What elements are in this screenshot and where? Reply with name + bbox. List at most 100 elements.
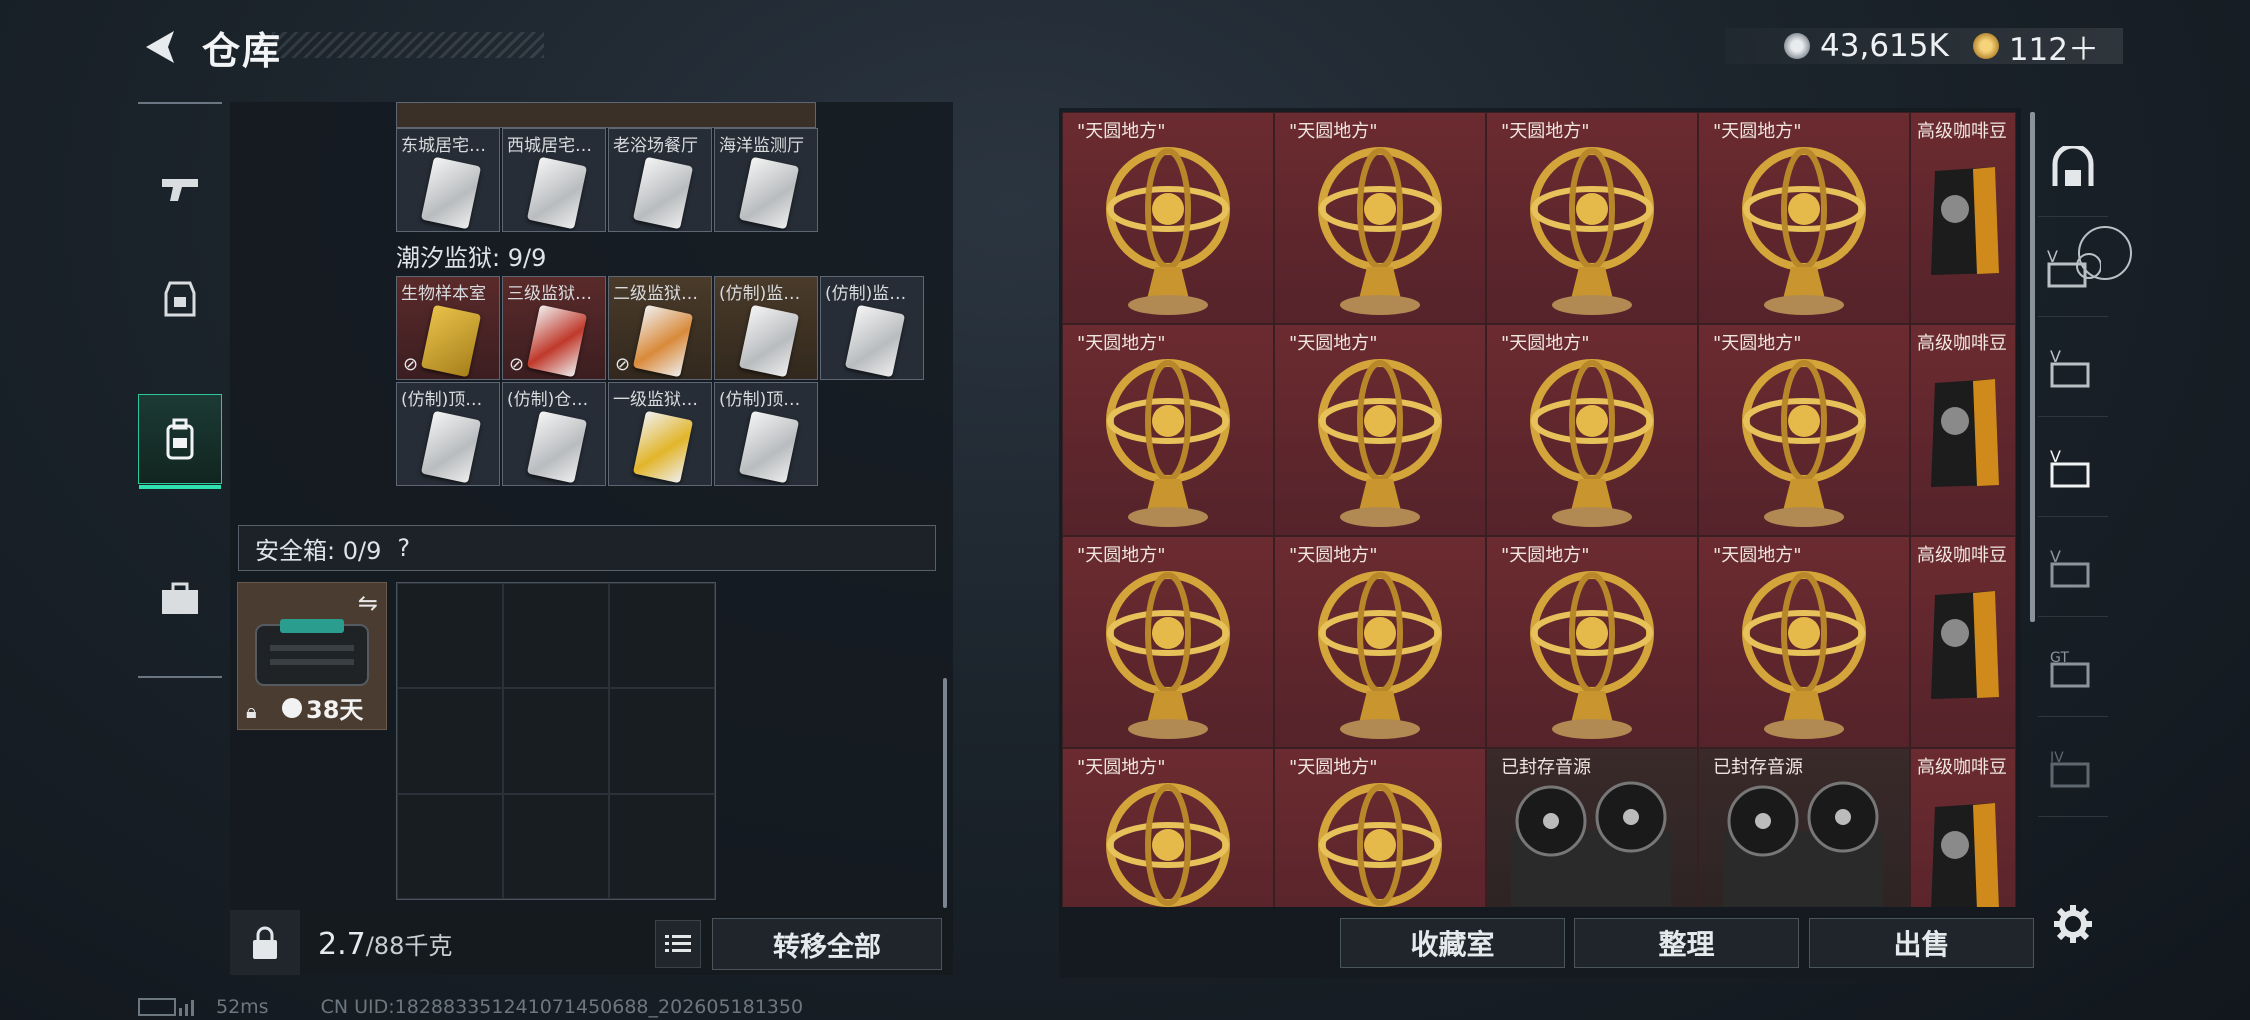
keycard-icon — [420, 304, 482, 378]
item-slot[interactable]: 生物样本室 ⊘ — [396, 276, 500, 380]
unbound-icon: ⊘ — [403, 354, 419, 375]
coin-icon — [1784, 33, 1811, 59]
keycard-icon — [632, 304, 694, 378]
item-name: 东城居宅… — [401, 136, 486, 156]
tab-home-stash[interactable] — [2038, 120, 2108, 217]
lock-button[interactable] — [230, 910, 300, 975]
item-slot[interactable]: 东城居宅… — [396, 128, 500, 232]
item-name: 一级监狱… — [613, 390, 698, 410]
stash-gt-icon: GT — [2050, 650, 2090, 688]
tab-stash-5d[interactable]: V — [2038, 520, 2108, 617]
stash-item[interactable]: "天圆地方" — [1274, 324, 1486, 536]
tab-stash-5c[interactable]: V — [2038, 420, 2108, 517]
item-slot[interactable]: (仿制)顶… — [714, 382, 818, 486]
unbound-icon: ⊘ — [615, 354, 631, 375]
keycard-icon — [844, 304, 906, 378]
collection-room-button[interactable]: 收藏室 — [1340, 918, 1565, 968]
stash-item[interactable]: "天圆地方" — [1698, 536, 1910, 748]
item-slot[interactable]: 三级监狱… ⊘ — [502, 276, 606, 380]
stash-item[interactable]: "天圆地方" — [1274, 536, 1486, 748]
timer-text: 38天 — [306, 696, 364, 724]
clock-icon — [282, 697, 302, 718]
stash-v-icon: V — [2050, 547, 2090, 588]
stash-item[interactable]: 高级咖啡豆 — [1910, 112, 2016, 324]
stash-item[interactable]: "天圆地方" — [1486, 112, 1698, 324]
stash-item[interactable]: "天圆地方" — [1486, 536, 1698, 748]
stash-item[interactable]: "天圆地方" — [1486, 324, 1698, 536]
gem-amount[interactable]: 112＋ — [2009, 24, 2099, 69]
tab-stash-4[interactable]: IV — [2038, 720, 2108, 817]
back-arrow-icon — [146, 31, 174, 63]
safe-case-icon — [255, 619, 369, 686]
armillary-sphere-icon — [1530, 147, 1654, 315]
ping: 52ms — [216, 996, 269, 1018]
item-name: (仿制)仓… — [507, 390, 589, 410]
cat-case[interactable] — [138, 554, 222, 644]
safe-box-header: 安全箱: 0/9 ? — [238, 525, 936, 571]
item-slot[interactable]: (仿制)监… — [820, 276, 924, 380]
sell-button[interactable]: 出售 — [1809, 918, 2034, 968]
scrollbar[interactable] — [943, 678, 947, 908]
list-view-button[interactable] — [655, 920, 701, 968]
stash-item[interactable]: 高级咖啡豆 — [1910, 536, 2016, 748]
status-bar: 52ms CN UID:1828833512410714506​88_20260… — [138, 996, 803, 1018]
list-icon — [665, 935, 691, 952]
item-name: 老浴场餐厅 — [613, 136, 698, 156]
safe-box-grid[interactable] — [396, 582, 716, 900]
armillary-sphere-icon — [1106, 359, 1230, 527]
tab-stash-gt[interactable]: GT — [2038, 620, 2108, 717]
organize-button[interactable]: 整理 — [1574, 918, 1799, 968]
back-button[interactable] — [135, 22, 185, 72]
stash-item[interactable]: 已封存音源 — [1486, 748, 1698, 907]
stash-iv-icon: IV — [2050, 750, 2090, 788]
stash-item[interactable]: 已封存音源 — [1698, 748, 1910, 907]
stash-item[interactable]: "天圆地方" — [1698, 324, 1910, 536]
target-reticle-icon — [2078, 226, 2132, 280]
stash-item[interactable]: 高级咖啡豆 — [1910, 324, 2016, 536]
stash-item[interactable]: 高级咖啡豆 — [1910, 748, 2016, 907]
backpack-icon — [166, 418, 194, 460]
stash-item[interactable]: "天圆地方" — [1062, 536, 1274, 748]
safe-box-case[interactable]: ⇋ 🔒︎ 38天 — [237, 582, 387, 730]
item-name: 高级咖啡豆 — [1917, 333, 2007, 354]
coffee-bag-icon — [1931, 167, 1999, 275]
keycard-icon — [738, 304, 800, 378]
armillary-sphere-icon — [1106, 147, 1230, 315]
settings-button[interactable] — [2045, 896, 2101, 952]
item-slot[interactable]: 二级监狱… ⊘ — [608, 276, 712, 380]
armillary-sphere-icon — [1530, 571, 1654, 739]
coffee-bag-icon — [1931, 803, 1999, 907]
armillary-sphere-icon — [1318, 571, 1442, 739]
keycard-icon — [526, 156, 588, 230]
timer: 38天 — [282, 690, 363, 725]
title-decoration — [272, 32, 544, 58]
section-label: 潮汐监狱: 9/9 — [396, 244, 547, 272]
stash-scrollbar[interactable] — [2030, 112, 2035, 622]
stash-item[interactable]: "天圆地方" — [1062, 748, 1274, 907]
stash-item[interactable]: "天圆地方" — [1062, 324, 1274, 536]
transfer-all-button[interactable]: 转移全部 — [712, 918, 942, 970]
item-slot[interactable]: (仿制)监… — [714, 276, 818, 380]
item-slot[interactable]: 西城居宅… — [502, 128, 606, 232]
cat-backpack[interactable] — [138, 394, 222, 489]
cat-armor[interactable] — [138, 254, 222, 344]
lock-icon — [253, 926, 277, 959]
reel-recorder-icon — [1723, 781, 1883, 907]
keycard-icon — [420, 410, 482, 484]
stash-item[interactable]: "天圆地方" — [1274, 748, 1486, 907]
weight-current: 2.7 — [318, 927, 366, 962]
cat-weapons[interactable] — [138, 144, 222, 234]
help-icon[interactable]: ? — [397, 534, 410, 562]
item-slot[interactable]: 海洋监测厅 — [714, 128, 818, 232]
keycard-icon — [738, 156, 800, 230]
item-slot[interactable]: 老浴场餐厅 — [608, 128, 712, 232]
item-slot[interactable]: 一级监狱… — [608, 382, 712, 486]
item-slot[interactable]: (仿制)仓… — [502, 382, 606, 486]
item-slot[interactable]: (仿制)顶… — [396, 382, 500, 486]
tab-stash-5b[interactable]: V — [2038, 320, 2108, 417]
stash-item[interactable]: "天圆地方" — [1698, 112, 1910, 324]
gear-icon — [2054, 905, 2092, 943]
stash-item[interactable]: "天圆地方" — [1062, 112, 1274, 324]
coffee-bag-icon — [1931, 591, 1999, 699]
stash-item[interactable]: "天圆地方" — [1274, 112, 1486, 324]
